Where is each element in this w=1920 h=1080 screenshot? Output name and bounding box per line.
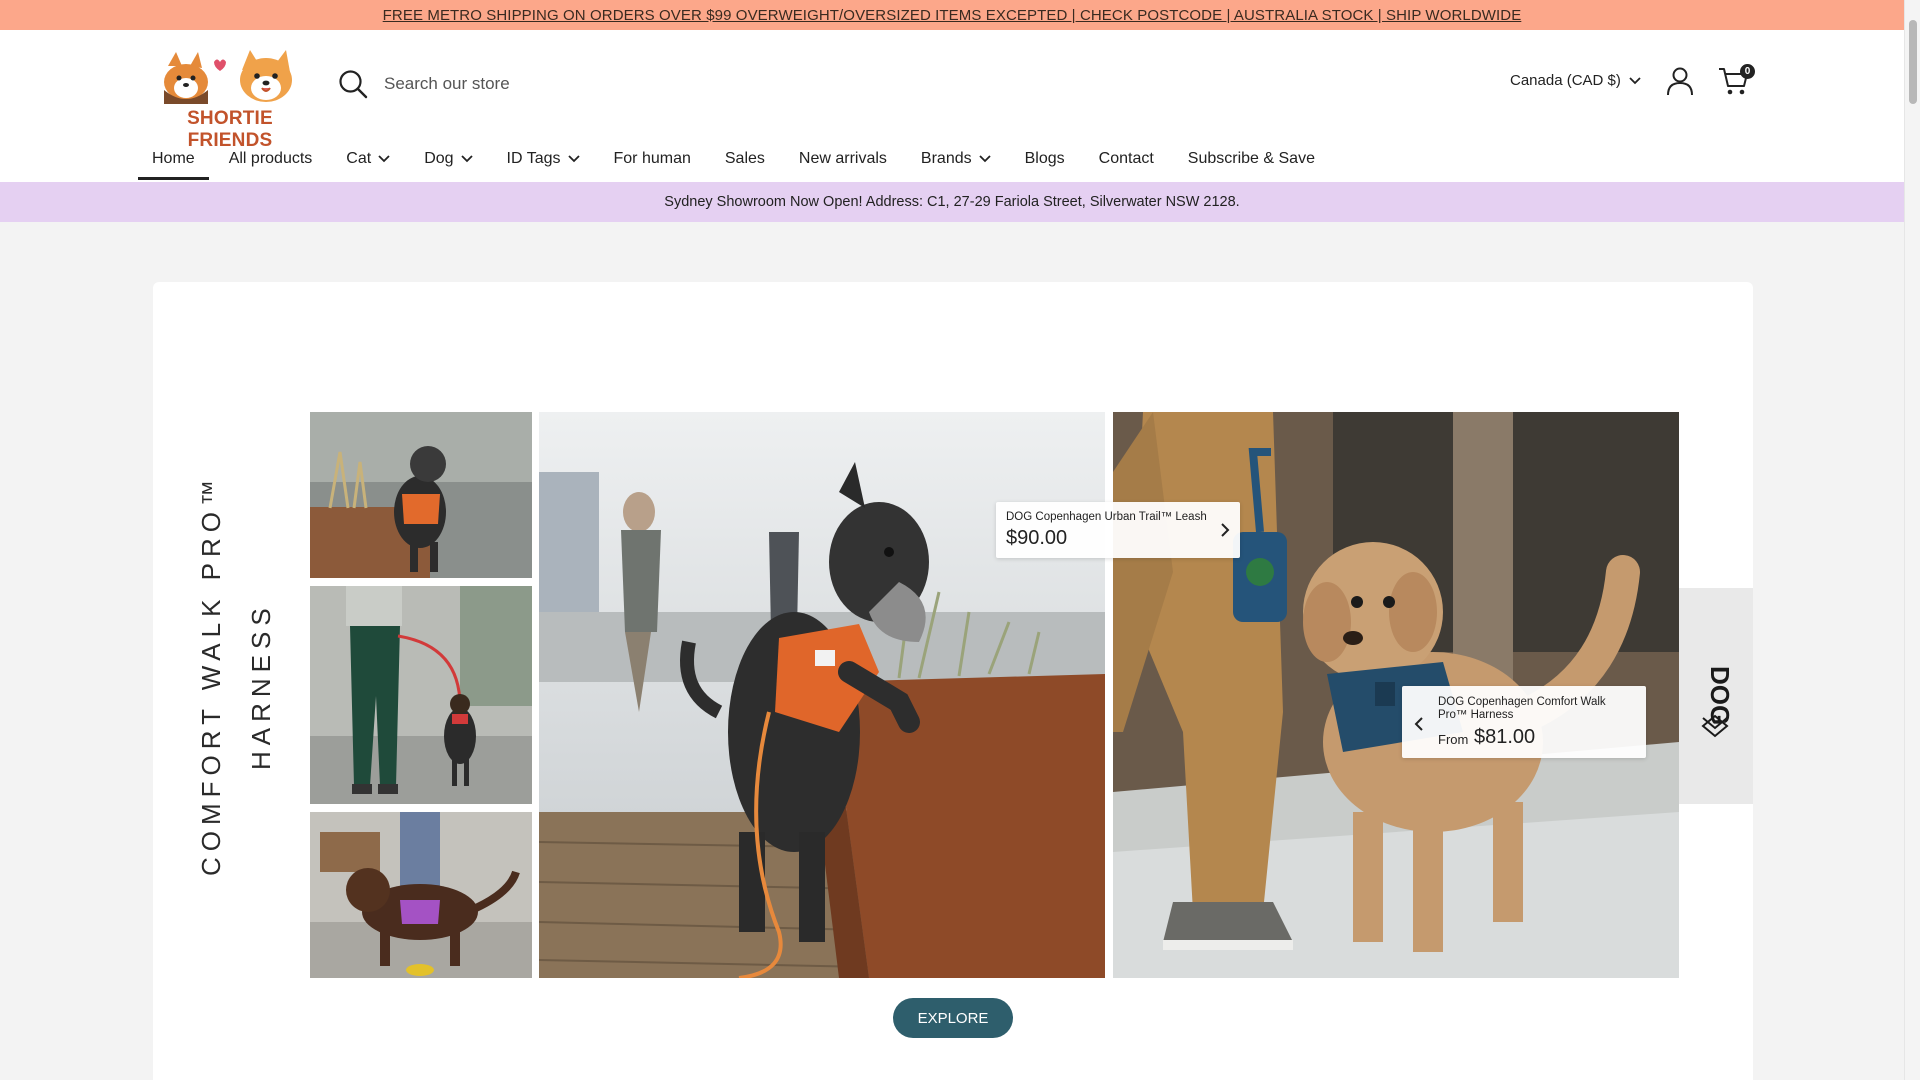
- hero-title-line1: COMFORT WALK PRO™: [196, 474, 226, 876]
- cart-button[interactable]: 0: [1718, 64, 1755, 98]
- site-header: SHORTIE FRIENDS Canada (CAD $) 0 Home Al…: [0, 30, 1904, 182]
- search-input[interactable]: [384, 74, 884, 94]
- nav-item-for-human[interactable]: For human: [600, 146, 705, 180]
- thumbnail-schnauzer-image[interactable]: [310, 412, 532, 578]
- walking-thumbnail-graphic: [310, 586, 532, 804]
- dog-copenhagen-logo-icon: DOG: [1701, 666, 1735, 738]
- promo-link[interactable]: FREE METRO SHIPPING ON ORDERS OVER $99 O…: [383, 7, 1522, 24]
- nav-item-blogs[interactable]: Blogs: [1011, 146, 1079, 180]
- page-scrollbar[interactable]: [1904, 0, 1920, 1080]
- hotspot-harness-card[interactable]: DOG Copenhagen Comfort Walk Pro™ Harness…: [1402, 686, 1646, 758]
- promo-bar: FREE METRO SHIPPING ON ORDERS OVER $99 O…: [0, 0, 1904, 30]
- nav-item-label: Subscribe & Save: [1187, 150, 1315, 167]
- nav-item-contact[interactable]: Contact: [1085, 146, 1168, 180]
- hero-schnauzer-image: [539, 412, 1105, 978]
- nav-item-brands[interactable]: Brands: [907, 146, 1005, 180]
- chevron-down-icon: [460, 155, 473, 163]
- nav-item-label: ID Tags: [506, 150, 561, 167]
- svg-text:DOG: DOG: [1705, 666, 1735, 725]
- chevron-down-icon: [1629, 76, 1641, 84]
- search-icon[interactable]: [338, 69, 368, 99]
- brand-logo-tab: DOG: [1679, 588, 1753, 804]
- explore-button[interactable]: EXPLORE: [893, 998, 1013, 1038]
- chevron-left-icon: [1414, 717, 1423, 731]
- thumbnail-labrador-image[interactable]: [310, 812, 532, 978]
- hotspot-leash-price: $90.00: [1006, 527, 1068, 549]
- nav-item-label: Blogs: [1024, 150, 1065, 167]
- nav-item-new-arrivals[interactable]: New arrivals: [785, 146, 901, 180]
- main-nav: Home All products Cat Dog ID Tags For hu…: [138, 146, 1335, 182]
- hotspot-harness-price: $81.00: [1474, 726, 1536, 748]
- nav-item-label: New arrivals: [798, 150, 887, 167]
- nav-item-label: Sales: [724, 150, 765, 167]
- chevron-down-icon: [378, 155, 390, 163]
- schnauzer-hero-graphic: [539, 412, 1105, 978]
- nav-item-all-products[interactable]: All products: [215, 146, 327, 180]
- thumbnail-walking-image[interactable]: [310, 586, 532, 804]
- chevron-down-icon: [567, 155, 580, 163]
- hero-title-line2: HARNESS: [246, 602, 276, 770]
- nav-item-label: Contact: [1098, 150, 1154, 167]
- announcement-bar: Sydney Showroom Now Open! Address: C1, 2…: [0, 182, 1904, 222]
- nav-item-label: Home: [152, 150, 195, 167]
- cart-count-badge: 0: [1740, 64, 1755, 79]
- nav-item-label: Cat: [346, 150, 372, 167]
- chevron-down-icon: [978, 155, 991, 163]
- scrollbar-thumb[interactable]: [1909, 20, 1917, 104]
- nav-item-home[interactable]: Home: [138, 146, 209, 180]
- labrador-thumbnail-graphic: [310, 812, 532, 978]
- announcement-text: Sydney Showroom Now Open! Address: C1, 2…: [664, 194, 1240, 210]
- nav-item-cat[interactable]: Cat: [332, 146, 404, 180]
- currency-selector[interactable]: Canada (CAD $): [1510, 72, 1641, 89]
- chevron-right-icon: [1221, 523, 1230, 537]
- store-logo[interactable]: SHORTIE FRIENDS: [150, 48, 310, 151]
- nav-item-sales[interactable]: Sales: [711, 146, 779, 180]
- hotspot-leash-name: DOG Copenhagen Urban Trail™ Leash: [1006, 511, 1207, 523]
- nav-item-subscribe-save[interactable]: Subscribe & Save: [1174, 146, 1329, 180]
- hotspot-leash-card[interactable]: DOG Copenhagen Urban Trail™ Leash $90.00: [996, 502, 1240, 558]
- search-bar[interactable]: [338, 66, 938, 102]
- schnauzer-thumbnail-graphic: [310, 412, 532, 578]
- account-icon[interactable]: [1666, 66, 1694, 96]
- corgi-logo-icon: [164, 50, 292, 104]
- hotspot-harness-from-label: From: [1438, 732, 1469, 747]
- nav-item-dog[interactable]: Dog: [410, 146, 486, 180]
- currency-label: Canada (CAD $): [1510, 72, 1621, 89]
- hotspot-harness-name: DOG Copenhagen Comfort Walk Pro™ Harness: [1438, 696, 1606, 721]
- nav-item-label: All products: [228, 150, 313, 167]
- nav-item-label: Brands: [920, 150, 972, 167]
- nav-item-label: For human: [613, 150, 691, 167]
- nav-item-id-tags[interactable]: ID Tags: [493, 146, 594, 180]
- nav-item-label: Dog: [424, 150, 454, 167]
